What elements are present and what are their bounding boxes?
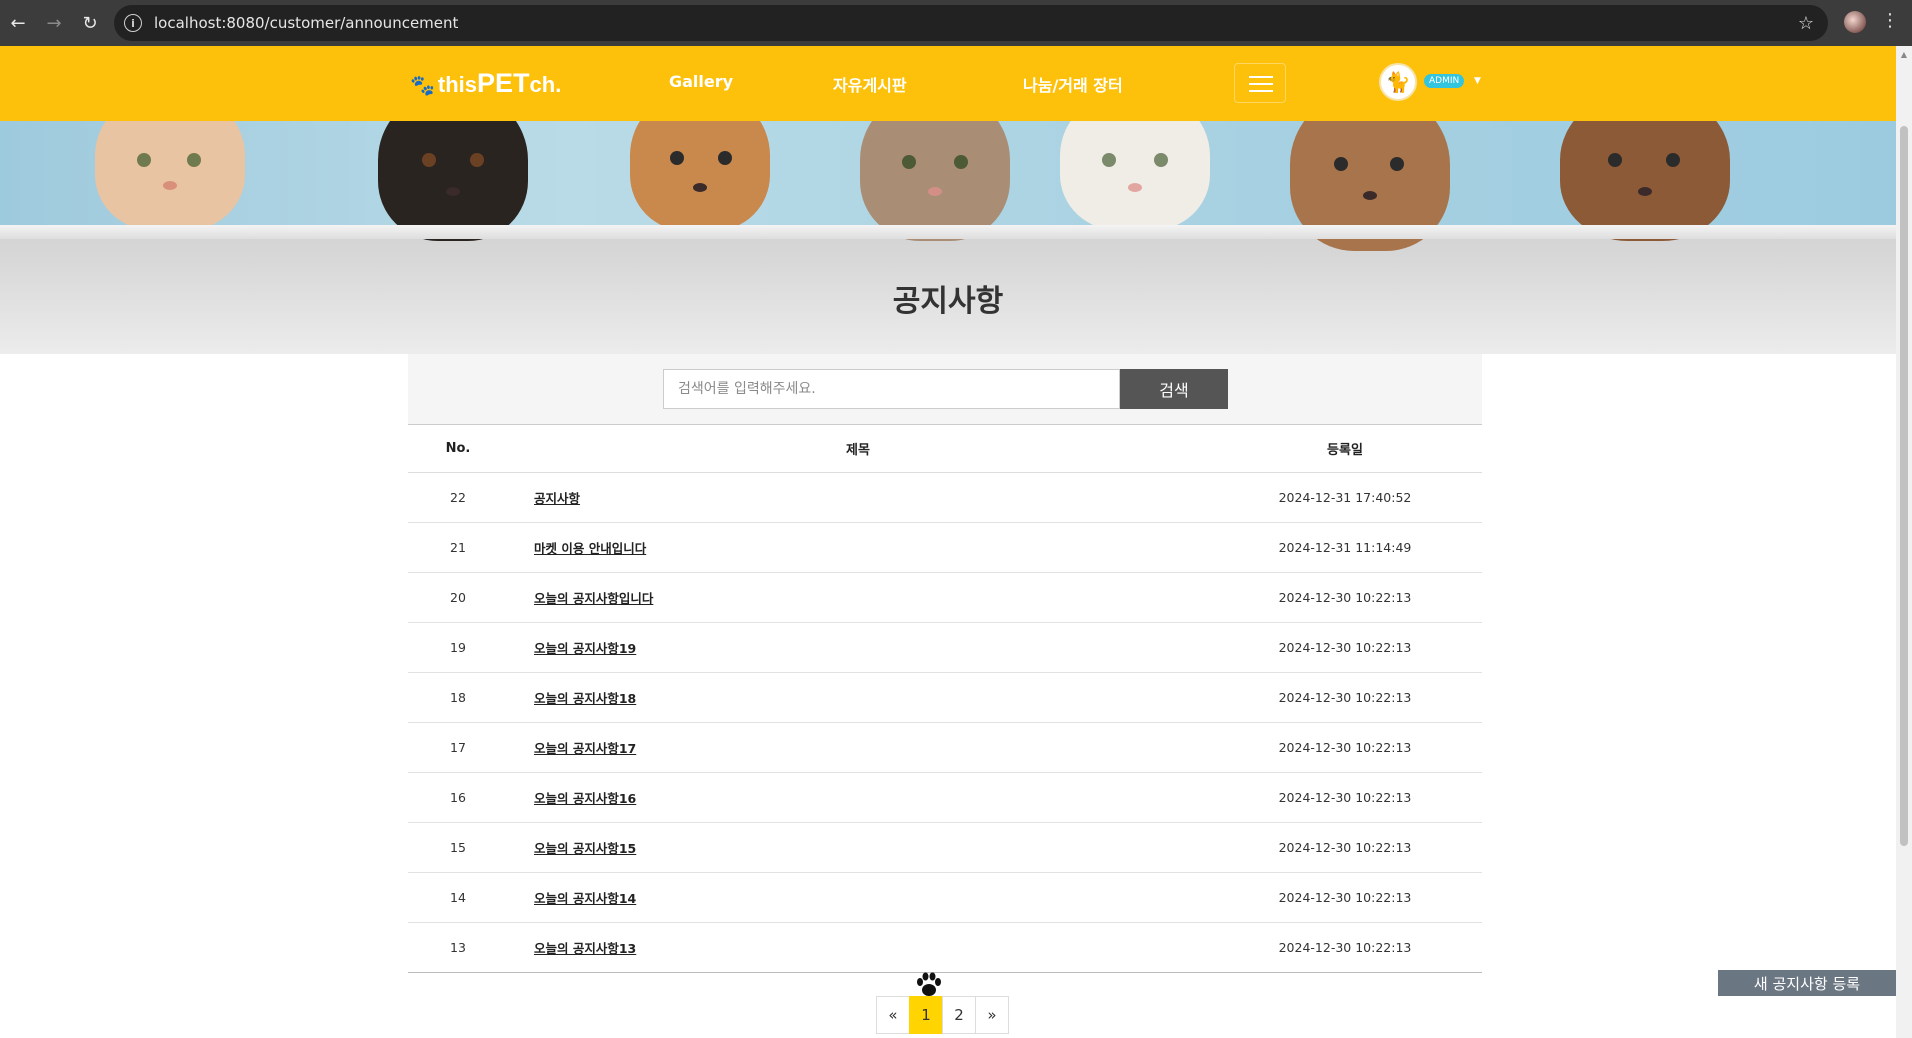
- row-number: 18: [408, 672, 508, 723]
- row-date: 2024-12-30 10:22:13: [1208, 622, 1482, 673]
- address-bar[interactable]: i localhost:8080/customer/announcement ☆: [114, 5, 1828, 41]
- reload-icon[interactable]: ↻: [72, 5, 108, 41]
- site-logo[interactable]: 🐾 this PET ch.: [410, 68, 561, 99]
- browser-toolbar: ← → ↻ i localhost:8080/customer/announce…: [0, 0, 1912, 46]
- hamburger-menu-button[interactable]: [1234, 63, 1286, 103]
- pagination-prev[interactable]: «: [876, 996, 910, 1034]
- admin-badge: ADMIN: [1424, 74, 1465, 88]
- logo-text-prefix: this: [437, 72, 478, 97]
- table-row: 13 오늘의 공지사항13 2024-12-30 10:22:13: [408, 922, 1482, 973]
- search-button[interactable]: 검색: [1120, 369, 1228, 409]
- table-row: 21 마켓 이용 안내입니다 2024-12-31 11:14:49: [408, 522, 1482, 573]
- table-row: 17 오늘의 공지사항17 2024-12-30 10:22:13: [408, 722, 1482, 773]
- table-row: 18 오늘의 공지사항18 2024-12-30 10:22:13: [408, 672, 1482, 723]
- row-number: 21: [408, 522, 508, 573]
- column-header-no: No.: [408, 424, 508, 473]
- bookmark-star-icon[interactable]: ☆: [1798, 13, 1814, 34]
- row-date: 2024-12-30 10:22:13: [1208, 922, 1482, 973]
- announcement-link[interactable]: 오늘의 공지사항17: [534, 741, 636, 756]
- search-input[interactable]: [663, 369, 1120, 409]
- table-row: 19 오늘의 공지사항19 2024-12-30 10:22:13: [408, 622, 1482, 673]
- announcement-link[interactable]: 오늘의 공지사항16: [534, 791, 636, 806]
- hero-ledge: [0, 225, 1896, 239]
- pagination-page-2[interactable]: 2: [942, 996, 976, 1034]
- scrollbar-thumb[interactable]: [1900, 126, 1908, 846]
- row-date: 2024-12-31 17:40:52: [1208, 472, 1482, 523]
- puppy-image: [630, 121, 770, 231]
- url-text[interactable]: localhost:8080/customer/announcement: [154, 14, 458, 32]
- announcement-link[interactable]: 오늘의 공지사항입니다: [534, 591, 653, 606]
- table-header-row: No. 제목 등록일: [408, 424, 1482, 473]
- nav-market[interactable]: 나눔/거래 장터: [1023, 72, 1123, 96]
- table-row: 15 오늘의 공지사항15 2024-12-30 10:22:13: [408, 822, 1482, 873]
- row-number: 13: [408, 922, 508, 973]
- announcement-link[interactable]: 오늘의 공지사항19: [534, 641, 636, 656]
- pagination-page-1[interactable]: 1: [909, 996, 943, 1034]
- logo-text-big: PET: [477, 68, 530, 98]
- forward-icon[interactable]: →: [36, 5, 72, 41]
- announcement-link[interactable]: 공지사항: [534, 491, 580, 506]
- row-number: 16: [408, 772, 508, 823]
- kitten-image: [95, 121, 245, 231]
- scroll-up-icon[interactable]: ▲: [1900, 50, 1908, 59]
- announcement-link[interactable]: 마켓 이용 안내입니다: [534, 541, 646, 556]
- page-scrollbar[interactable]: ▲: [1896, 46, 1912, 1038]
- search-bar: 검색: [408, 354, 1482, 424]
- puppy-image: [378, 121, 528, 241]
- row-date: 2024-12-30 10:22:13: [1208, 672, 1482, 723]
- row-number: 20: [408, 572, 508, 623]
- browser-profile-icon[interactable]: [1844, 11, 1866, 33]
- row-number: 15: [408, 822, 508, 873]
- announcement-link[interactable]: 오늘의 공지사항13: [534, 941, 636, 956]
- pagination-next[interactable]: »: [975, 996, 1009, 1034]
- table-row: 22 공지사항 2024-12-31 17:40:52: [408, 472, 1482, 523]
- nav-gallery[interactable]: Gallery: [669, 72, 733, 91]
- announcement-link[interactable]: 오늘의 공지사항18: [534, 691, 636, 706]
- announcement-link[interactable]: 오늘의 공지사항14: [534, 891, 636, 906]
- row-date: 2024-12-30 10:22:13: [1208, 872, 1482, 923]
- row-date: 2024-12-31 11:14:49: [1208, 522, 1482, 573]
- puppy-image: [1560, 121, 1730, 241]
- column-header-date: 등록일: [1208, 424, 1482, 473]
- page-title: 공지사항: [892, 284, 1004, 319]
- back-icon[interactable]: ←: [0, 5, 36, 41]
- nav-free-board[interactable]: 자유게시판: [833, 72, 907, 96]
- row-number: 17: [408, 722, 508, 773]
- site-info-icon[interactable]: i: [124, 14, 142, 32]
- new-announcement-button[interactable]: 새 공지사항 등록: [1718, 970, 1896, 996]
- kitten-image: [1060, 121, 1210, 231]
- row-number: 14: [408, 872, 508, 923]
- pagination: « 1 2 »: [876, 996, 1009, 1034]
- row-number: 19: [408, 622, 508, 673]
- kitten-image: [860, 121, 1010, 241]
- announcement-table: No. 제목 등록일 22 공지사항 2024-12-31 17:40:52 21 마…: [408, 424, 1482, 973]
- hero-banner: 공지사항: [0, 121, 1896, 354]
- site-header: 🐾 this PET ch. Gallery 자유게시판 나눔/거래 장터 🐈 …: [0, 46, 1896, 121]
- table-row: 14 오늘의 공지사항14 2024-12-30 10:22:13: [408, 872, 1482, 923]
- chevron-down-icon[interactable]: ▼: [1474, 76, 1481, 86]
- table-row: 20 오늘의 공지사항입니다 2024-12-30 10:22:13: [408, 572, 1482, 623]
- paw-logo-icon: 🐾: [410, 75, 435, 97]
- browser-menu-icon[interactable]: ⋮: [1880, 10, 1900, 31]
- row-date: 2024-12-30 10:22:13: [1208, 772, 1482, 823]
- row-date: 2024-12-30 10:22:13: [1208, 822, 1482, 873]
- row-date: 2024-12-30 10:22:13: [1208, 722, 1482, 773]
- row-date: 2024-12-30 10:22:13: [1208, 572, 1482, 623]
- row-number: 22: [408, 472, 508, 523]
- user-avatar[interactable]: 🐈: [1379, 63, 1417, 101]
- column-header-title: 제목: [508, 424, 1208, 473]
- logo-text-suffix: ch.: [529, 72, 562, 97]
- announcement-link[interactable]: 오늘의 공지사항15: [534, 841, 636, 856]
- table-row: 16 오늘의 공지사항16 2024-12-30 10:22:13: [408, 772, 1482, 823]
